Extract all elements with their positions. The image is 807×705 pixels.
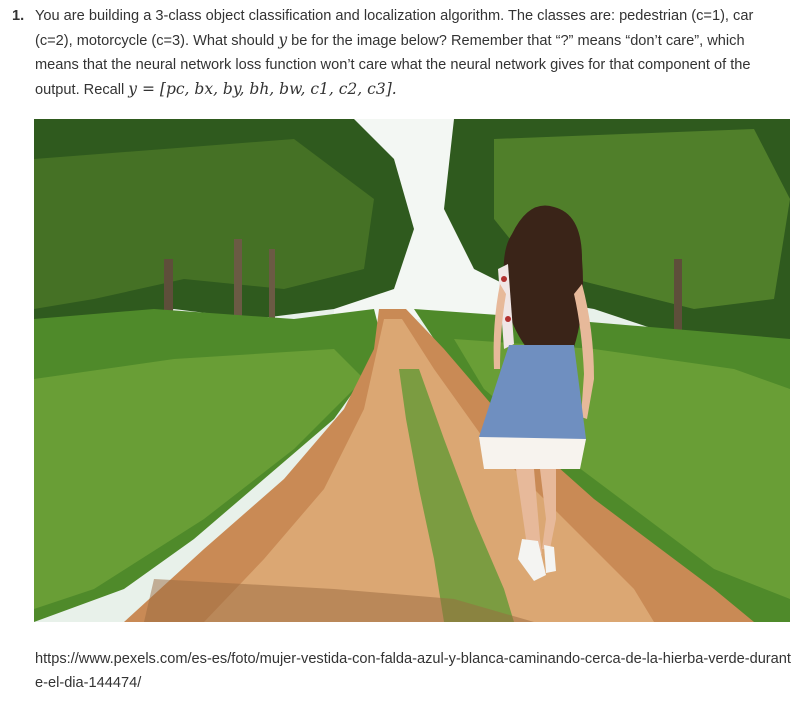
image-source-url: https://www.pexels.com/es-es/foto/mujer-… <box>35 651 791 691</box>
question-number: 1. <box>12 8 25 24</box>
question-text: You are building a 3-class object classi… <box>35 4 792 102</box>
question-block: 1. You are building a 3-class object cla… <box>12 4 792 102</box>
question-photo <box>34 119 790 622</box>
recall-formula: y = [pc, bx, by, bh, bw, c1, c2, c3]. <box>128 80 397 98</box>
y-symbol: y <box>278 31 288 49</box>
photo-woman-hair <box>503 205 583 351</box>
